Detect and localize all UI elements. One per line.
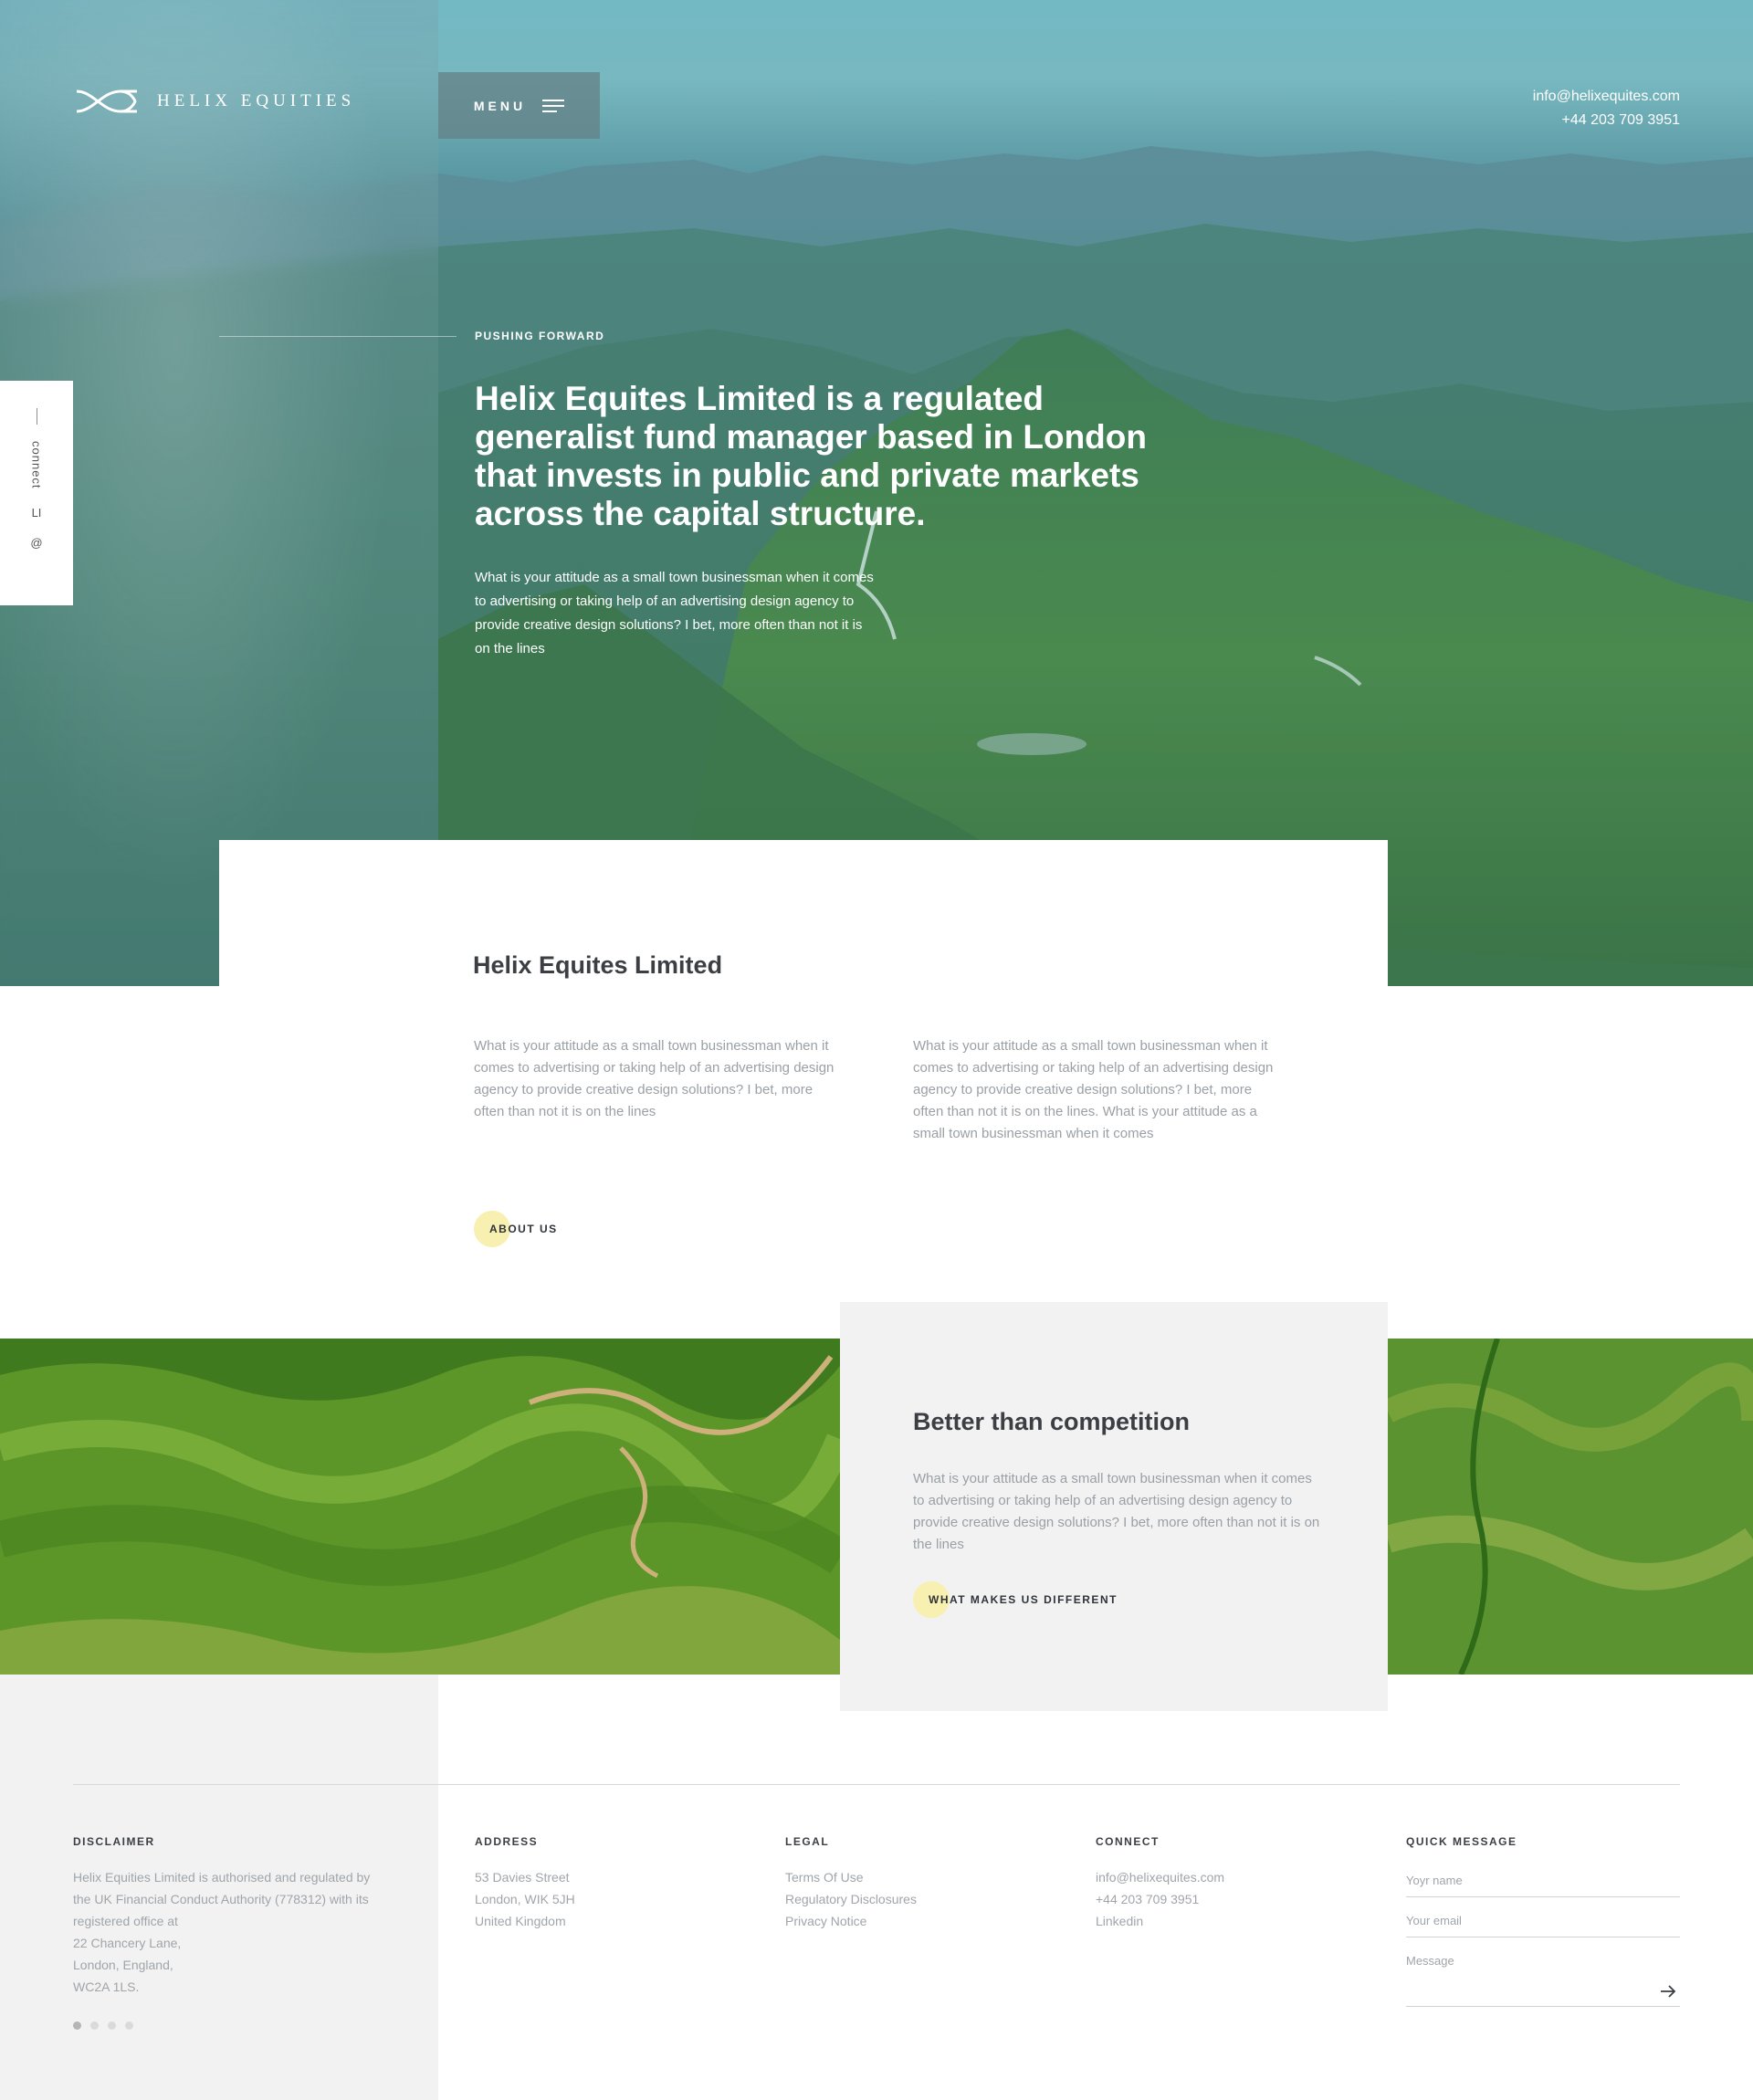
footer-address: ADDRESS 53 Davies Street London, WIK 5JH… xyxy=(475,1835,575,1932)
pager-dot-2[interactable] xyxy=(90,2021,99,2030)
linkedin-link[interactable]: LI xyxy=(32,506,42,520)
message-placeholder: Message xyxy=(1406,1954,1454,1968)
footer-phone-link[interactable]: +44 203 709 3951 xyxy=(1096,1888,1224,1910)
about-us-button[interactable]: ABOUT US xyxy=(474,1211,556,1247)
disclaimer-text: Helix Equities Limited is authorised and… xyxy=(73,1866,420,1998)
hero-title: Helix Equites Limited is a regulated gen… xyxy=(475,380,1147,532)
what-makes-us-different-label: WHAT MAKES US DIFFERENT xyxy=(929,1593,1118,1606)
footer-legal: LEGAL Terms Of Use Regulatory Disclosure… xyxy=(785,1835,917,1932)
about-title: Helix Equites Limited xyxy=(473,951,723,979)
competition-card: Better than competition What is your att… xyxy=(840,1302,1388,1711)
address-line: London, WIK 5JH xyxy=(475,1892,575,1906)
footer-email-link[interactable]: info@helixequites.com xyxy=(1096,1866,1224,1888)
email-link-icon[interactable]: @ xyxy=(30,536,42,550)
disclaimer-heading: DISCLAIMER xyxy=(73,1835,155,1848)
hamburger-icon xyxy=(542,99,565,112)
header-email[interactable]: info@helixequites.com xyxy=(1533,85,1680,109)
message-field[interactable]: Message xyxy=(1406,1947,1680,2007)
connect-heading: CONNECT xyxy=(1096,1835,1160,1848)
header-contact: info@helixequites.com +44 203 709 3951 xyxy=(1533,85,1680,132)
disclaimer-line: Helix Equities Limited is authorised and… xyxy=(73,1870,371,1885)
hero-body: What is your attitude as a small town bu… xyxy=(475,570,874,656)
brand-name: HELIX EQUITIES xyxy=(157,91,356,110)
footer-disclaimer: DISCLAIMER Helix Equities Limited is aut… xyxy=(73,1835,420,2030)
address-text: 53 Davies Street London, WIK 5JH United … xyxy=(475,1866,575,1932)
competition-title: Better than competition xyxy=(913,1408,1191,1435)
terms-of-use-link[interactable]: Terms Of Use xyxy=(785,1866,917,1888)
email-field[interactable]: Your email xyxy=(1406,1906,1680,1937)
pager-dot-1[interactable] xyxy=(73,2021,81,2030)
side-connect-panel: connect LI @ xyxy=(0,381,73,605)
about-us-label: ABOUT US xyxy=(489,1223,558,1235)
address-line: 53 Davies Street xyxy=(475,1870,570,1885)
side-connect-label: connect xyxy=(29,441,44,489)
pager-dot-4[interactable] xyxy=(125,2021,133,2030)
arrow-right-icon[interactable] xyxy=(1660,1984,1676,1999)
name-field[interactable]: Yoyr name xyxy=(1406,1866,1680,1897)
pager-dots xyxy=(73,2021,420,2030)
helix-logo-icon xyxy=(76,89,137,113)
what-makes-us-different-button[interactable]: WHAT MAKES US DIFFERENT xyxy=(913,1581,1116,1618)
address-heading: ADDRESS xyxy=(475,1835,539,1848)
logo[interactable]: HELIX EQUITIES xyxy=(75,88,355,115)
about-text-col-2: What is your attitude as a small town bu… xyxy=(913,1038,1274,1141)
disclaimer-line: the UK Financial Conduct Authority (7783… xyxy=(73,1892,369,1906)
menu-button[interactable]: MENU xyxy=(438,72,600,139)
quick-message-heading: QUICK MESSAGE xyxy=(1406,1835,1517,1848)
hero-kicker: PUSHING FORWARD xyxy=(475,330,605,342)
about-card: Helix Equites Limited What is your attit… xyxy=(219,840,1388,1278)
menu-label: MENU xyxy=(473,98,527,113)
footer-connect: CONNECT info@helixequites.com +44 203 70… xyxy=(1096,1835,1224,1932)
footer-divider xyxy=(73,1784,1680,1785)
regulatory-disclosures-link[interactable]: Regulatory Disclosures xyxy=(785,1888,917,1910)
footer-quick-message: QUICK MESSAGE Yoyr name Your email Messa… xyxy=(1406,1835,1680,2016)
disclaimer-line: London, England, xyxy=(73,1958,173,1972)
competition-body: What is your attitude as a small town bu… xyxy=(913,1471,1320,1552)
disclaimer-line: WC2A 1LS. xyxy=(73,1979,140,1994)
legal-heading: LEGAL xyxy=(785,1835,830,1848)
disclaimer-line: registered office at xyxy=(73,1914,178,1928)
disclaimer-line: 22 Chancery Lane, xyxy=(73,1936,182,1950)
hero-divider xyxy=(219,336,457,337)
about-text-col-1: What is your attitude as a small town bu… xyxy=(474,1038,835,1119)
address-line: United Kingdom xyxy=(475,1914,566,1928)
privacy-notice-link[interactable]: Privacy Notice xyxy=(785,1910,917,1932)
header-phone[interactable]: +44 203 709 3951 xyxy=(1533,109,1680,132)
footer-linkedin-link[interactable]: Linkedin xyxy=(1096,1910,1224,1932)
pager-dot-3[interactable] xyxy=(108,2021,116,2030)
